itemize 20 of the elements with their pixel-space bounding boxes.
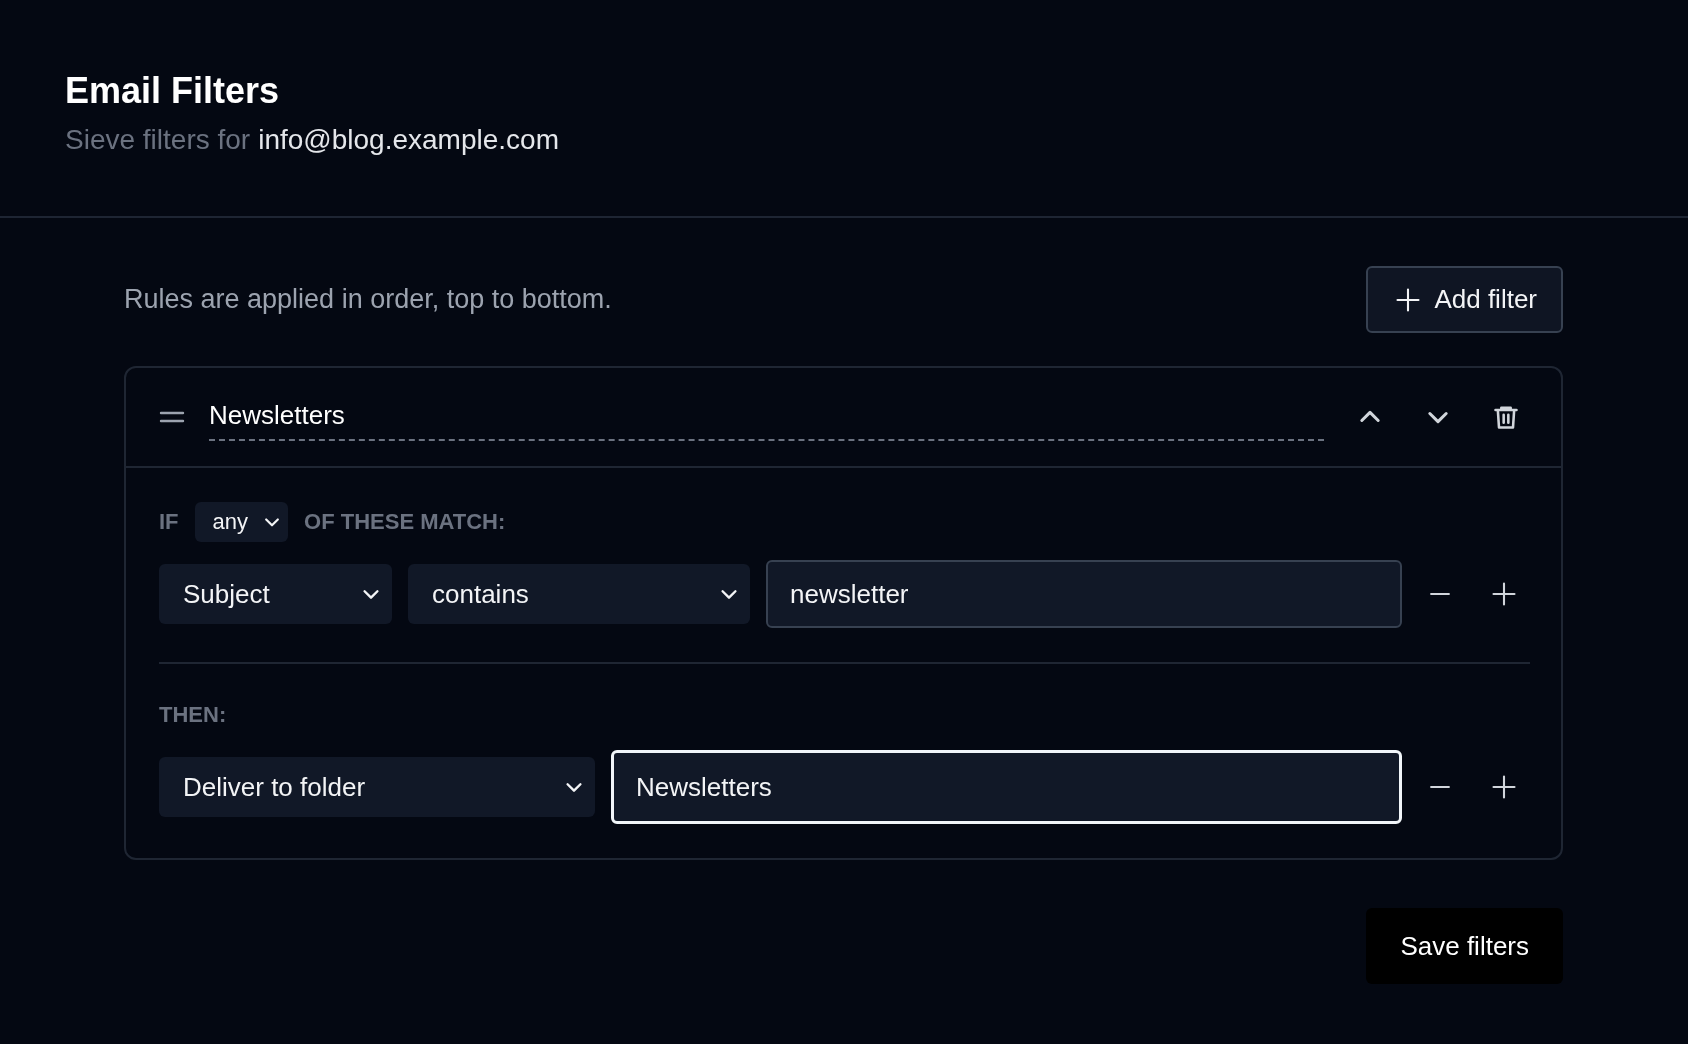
action-dropdown[interactable]: Deliver to folder — [159, 757, 595, 817]
hint-text: Rules are applied in order, top to bottom. — [124, 284, 612, 315]
operator-dropdown[interactable]: contains — [408, 564, 750, 624]
plus-icon — [1490, 580, 1518, 608]
drag-handle-icon[interactable] — [159, 409, 185, 425]
save-filters-button[interactable]: Save filters — [1366, 908, 1563, 984]
field-dropdown[interactable]: Subject — [159, 564, 392, 624]
filter-name-field[interactable]: Newsletters — [209, 393, 1324, 441]
match-mode-dropdown[interactable]: any — [194, 502, 289, 542]
if-label: IF — [159, 509, 179, 535]
folder-field[interactable]: Newsletters — [611, 750, 1402, 824]
account-address: info@blog.example.com — [258, 124, 559, 156]
trash-icon — [1492, 403, 1520, 431]
match-label: OF THESE MATCH: — [304, 509, 506, 535]
condition-value-field[interactable]: newsletter — [766, 560, 1402, 628]
plus-icon — [1490, 773, 1518, 801]
add-filter-button[interactable]: Add filter — [1366, 266, 1563, 333]
page-title: Email Filters — [65, 70, 281, 112]
then-label: THEN: — [159, 702, 228, 728]
subtitle-text: Sieve filters for — [65, 124, 251, 156]
